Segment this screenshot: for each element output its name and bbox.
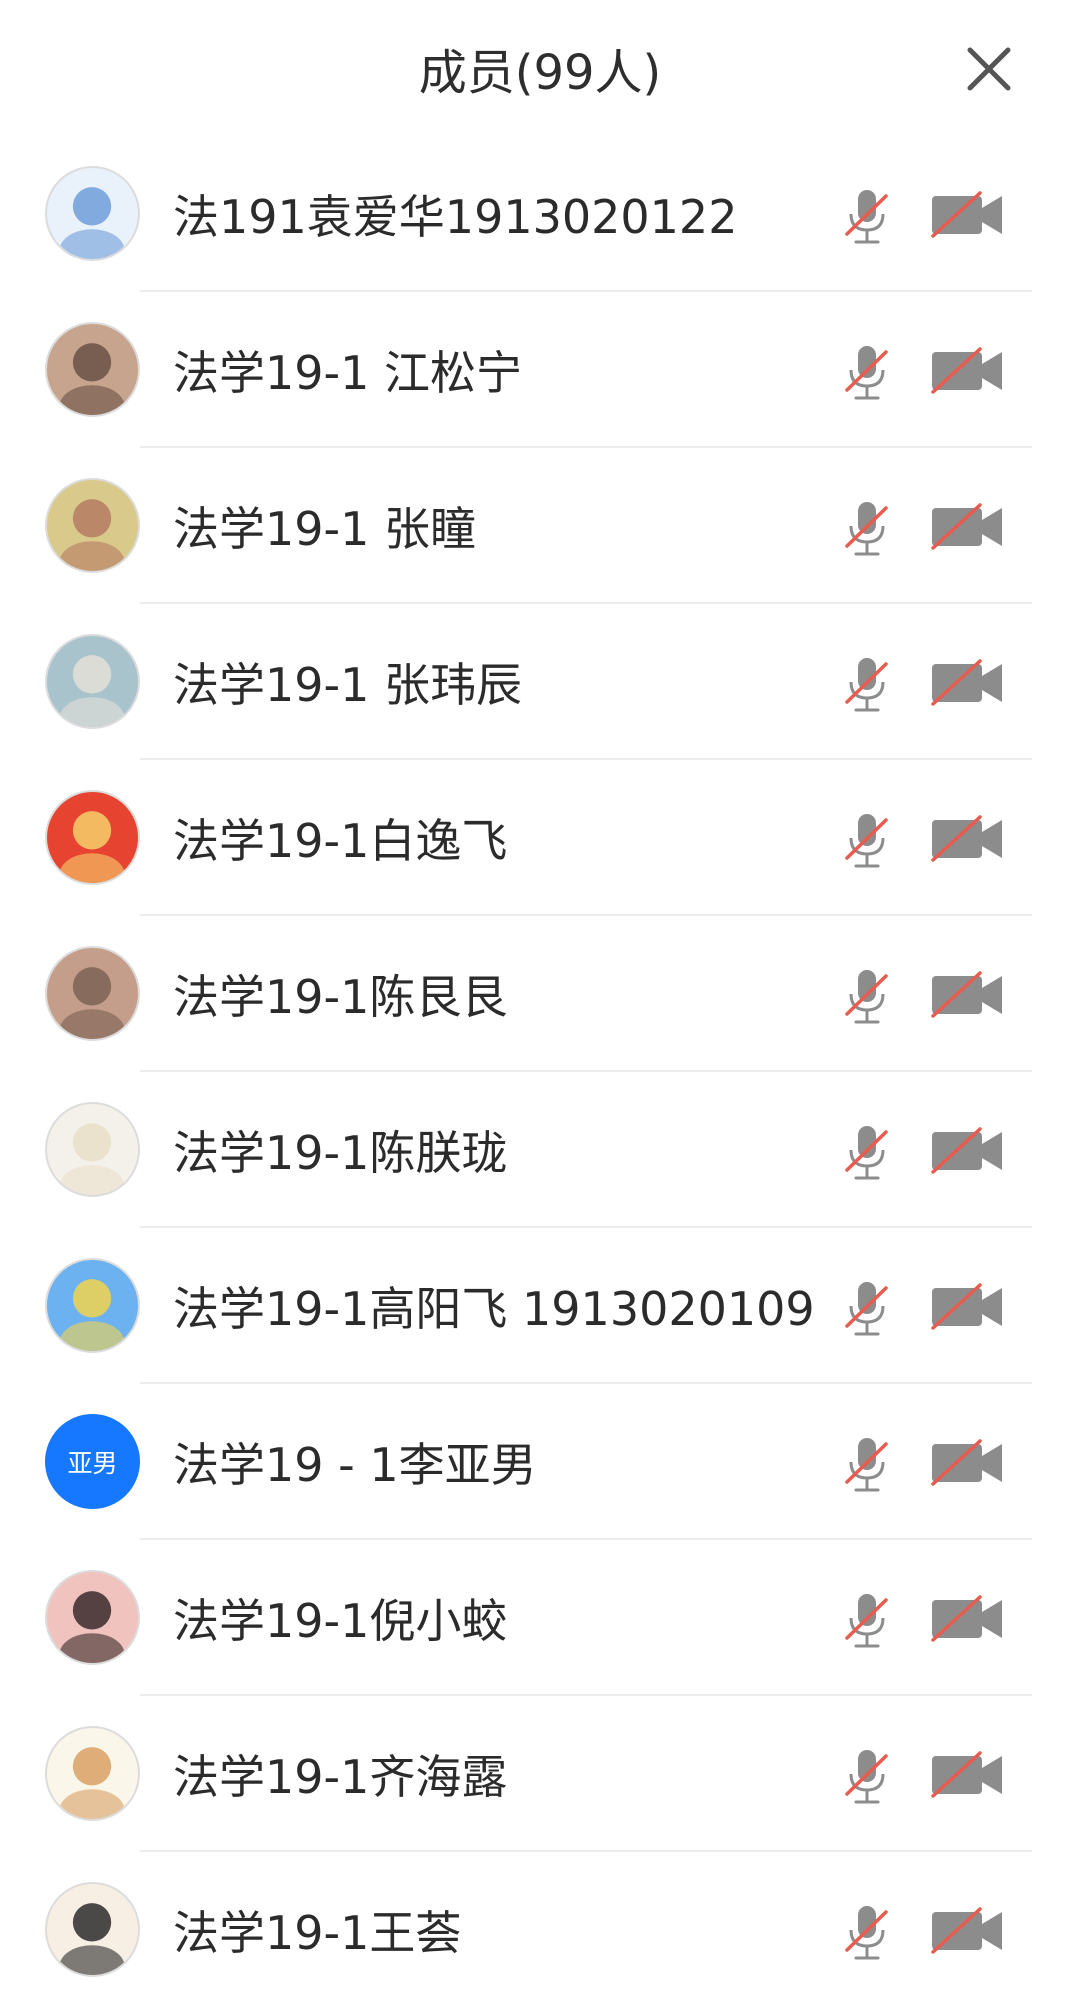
camera-off-icon[interactable] xyxy=(930,658,1006,708)
member-name: 法学19-1陈艮艮 xyxy=(173,970,508,1024)
member-name: 法学19-1陈朕珑 xyxy=(173,1126,508,1180)
member-row[interactable]: 亚男 法学19 - 1李亚男 xyxy=(0,1384,1072,1540)
avatar[interactable] xyxy=(45,1258,140,1353)
avatar-image xyxy=(59,1591,125,1663)
camera-off-icon[interactable] xyxy=(930,346,1006,396)
member-name: 法学19-1王荟 xyxy=(173,1906,462,1960)
member-name: 法学19 - 1李亚男 xyxy=(173,1438,537,1492)
member-name: 法学19-1白逸飞 xyxy=(173,814,508,868)
camera-off-icon[interactable] xyxy=(930,1906,1006,1956)
camera-off-icon[interactable] xyxy=(930,502,1006,552)
camera-off-icon[interactable] xyxy=(930,1594,1006,1644)
member-row[interactable]: 法191袁爱华1913020122 xyxy=(0,136,1072,292)
member-row[interactable]: 法学19-1白逸飞 xyxy=(0,760,1072,916)
avatar-image xyxy=(59,187,125,259)
member-row[interactable]: 法学19-1 张玮辰 xyxy=(0,604,1072,760)
camera-off-icon[interactable] xyxy=(930,1282,1006,1332)
mic-muted-icon[interactable] xyxy=(842,342,892,402)
mic-muted-icon[interactable] xyxy=(842,810,892,870)
camera-off-icon[interactable] xyxy=(930,1750,1006,1800)
member-name: 法学19-1 张瞳 xyxy=(173,502,477,556)
mic-muted-icon[interactable] xyxy=(842,498,892,558)
avatar-image xyxy=(59,1123,125,1195)
mic-muted-icon[interactable] xyxy=(842,186,892,246)
camera-off-icon[interactable] xyxy=(930,814,1006,864)
avatar[interactable] xyxy=(45,1570,140,1665)
avatar-image xyxy=(59,499,125,571)
avatar-image xyxy=(59,811,125,883)
close-icon[interactable] xyxy=(964,44,1014,94)
camera-off-icon[interactable] xyxy=(930,1126,1006,1176)
avatar-image xyxy=(59,967,125,1039)
mic-muted-icon[interactable] xyxy=(842,1902,892,1962)
mic-muted-icon[interactable] xyxy=(842,1278,892,1338)
avatar[interactable] xyxy=(45,1882,140,1977)
avatar[interactable] xyxy=(45,1726,140,1821)
avatar[interactable] xyxy=(45,478,140,573)
avatar-initials: 亚男 xyxy=(67,1448,118,1478)
member-name: 法学19-1齐海露 xyxy=(173,1750,508,1804)
avatar-image xyxy=(59,343,125,415)
member-row[interactable]: 法学19-1 张瞳 xyxy=(0,448,1072,604)
camera-off-icon[interactable] xyxy=(930,190,1006,240)
member-row[interactable]: 法学19-1 江松宁 xyxy=(0,292,1072,448)
mic-muted-icon[interactable] xyxy=(842,1590,892,1650)
avatar-image xyxy=(59,1279,125,1351)
avatar-image xyxy=(59,655,125,727)
member-row[interactable]: 法学19-1王荟 xyxy=(0,1852,1072,2008)
member-name: 法191袁爱华1913020122 xyxy=(173,190,738,244)
mic-muted-icon[interactable] xyxy=(842,1434,892,1494)
avatar[interactable] xyxy=(45,946,140,1041)
member-row[interactable]: 法学19-1倪小蛟 xyxy=(0,1540,1072,1696)
avatar-image xyxy=(59,1747,125,1819)
avatar[interactable] xyxy=(45,166,140,261)
camera-off-icon[interactable] xyxy=(930,1438,1006,1488)
member-list: 法191袁爱华1913020122 法学19-1 江松宁 法学19-1 张瞳 法… xyxy=(0,136,1072,2008)
member-name: 法学19-1 江松宁 xyxy=(173,346,523,400)
header: 成员(99人) xyxy=(0,0,1072,136)
page-title: 成员(99人) xyxy=(418,45,662,101)
avatar[interactable] xyxy=(45,1102,140,1197)
avatar[interactable] xyxy=(45,322,140,417)
avatar[interactable]: 亚男 xyxy=(45,1414,140,1509)
member-name: 法学19-1倪小蛟 xyxy=(173,1594,508,1648)
member-row[interactable]: 法学19-1高阳飞 1913020109 xyxy=(0,1228,1072,1384)
member-row[interactable]: 法学19-1陈艮艮 xyxy=(0,916,1072,1072)
avatar-image xyxy=(59,1903,125,1975)
member-row[interactable]: 法学19-1陈朕珑 xyxy=(0,1072,1072,1228)
mic-muted-icon[interactable] xyxy=(842,1122,892,1182)
member-name: 法学19-1高阳飞 1913020109 xyxy=(173,1282,815,1336)
mic-muted-icon[interactable] xyxy=(842,1746,892,1806)
avatar[interactable] xyxy=(45,790,140,885)
member-name: 法学19-1 张玮辰 xyxy=(173,658,523,712)
mic-muted-icon[interactable] xyxy=(842,966,892,1026)
mic-muted-icon[interactable] xyxy=(842,654,892,714)
member-row[interactable]: 法学19-1齐海露 xyxy=(0,1696,1072,1852)
camera-off-icon[interactable] xyxy=(930,970,1006,1020)
avatar[interactable] xyxy=(45,634,140,729)
